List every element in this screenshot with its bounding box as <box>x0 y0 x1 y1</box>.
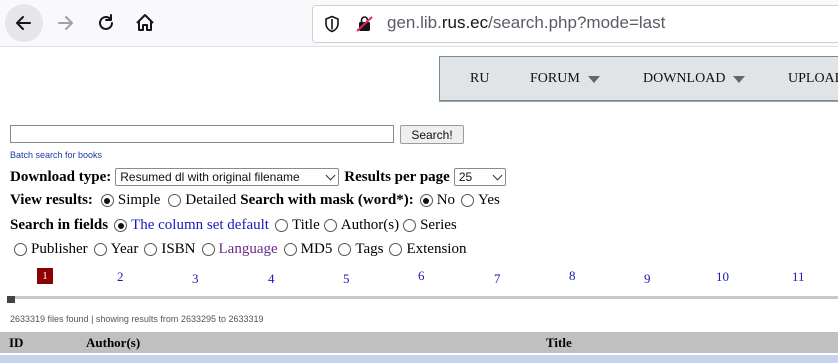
field-series-radio[interactable] <box>403 219 417 232</box>
field-language-label[interactable]: Language <box>219 241 278 258</box>
search-fields-row: Search in fields The column set default … <box>10 217 457 234</box>
page-link[interactable]: 10 <box>716 269 729 285</box>
home-icon <box>136 14 154 31</box>
menu-item-ru[interactable]: RU <box>470 71 489 87</box>
mask-yes-label: Yes <box>478 192 500 208</box>
batch-search-link[interactable]: Batch search for books <box>10 150 102 160</box>
column-id[interactable]: ID <box>9 335 23 351</box>
field-publisher-radio[interactable] <box>14 243 27 256</box>
page-link[interactable]: 4 <box>268 271 275 287</box>
field-publisher-label: Publisher <box>31 241 88 257</box>
page-link[interactable]: 2 <box>117 269 124 285</box>
view-detailed-label: Detailed <box>185 192 237 208</box>
column-authors[interactable]: Author(s) <box>86 335 140 351</box>
menu-item-forum[interactable]: FORUM <box>530 71 600 87</box>
home-button[interactable] <box>126 4 164 42</box>
insecure-lock-icon[interactable] <box>355 15 375 33</box>
results-table-header: ID Author(s) Title <box>0 332 838 353</box>
field-title-radio[interactable] <box>274 219 288 232</box>
results-per-page-label: Results per page <box>344 168 450 185</box>
page-link[interactable]: 3 <box>192 271 199 287</box>
field-year-radio[interactable] <box>93 243 107 256</box>
view-detailed-radio[interactable] <box>168 194 182 207</box>
download-type-row: Download type: Resumed dl with original … <box>10 168 506 186</box>
browser-toolbar: gen.lib.rus.ec/search.php?mode=last <box>0 0 838 47</box>
forward-button[interactable] <box>46 4 84 42</box>
view-simple-radio[interactable] <box>100 194 114 207</box>
shield-icon[interactable] <box>323 15 341 33</box>
page-link[interactable]: 9 <box>644 271 651 287</box>
page-link[interactable]: 11 <box>792 269 805 285</box>
field-title-label: Title <box>291 217 320 233</box>
arrow-right-icon <box>58 16 73 30</box>
field-default-label[interactable]: The column set default <box>131 217 269 234</box>
search-fields-label: Search in fields <box>10 217 109 233</box>
search-input[interactable] <box>10 125 394 143</box>
search-button[interactable]: Search! <box>400 125 464 144</box>
mask-yes-radio[interactable] <box>461 194 475 207</box>
arrow-left-icon <box>16 16 31 30</box>
field-extension-radio[interactable] <box>389 243 403 256</box>
search-fields-row-2: Publisher Year ISBN Language MD5 Tags Ex… <box>12 241 466 258</box>
menu-item-upload[interactable]: UPLOAD <box>788 71 838 87</box>
page-link[interactable]: 5 <box>343 271 350 287</box>
page-1-current: 1 <box>37 268 53 284</box>
url-text: gen.lib.rus.ec/search.php?mode=last <box>387 13 666 32</box>
field-md5-radio[interactable] <box>283 243 297 256</box>
field-year-label: Year <box>110 241 139 257</box>
chevron-down-icon <box>587 75 600 83</box>
field-md5-label: MD5 <box>300 241 333 257</box>
back-button[interactable] <box>5 4 43 42</box>
chevron-down-icon <box>733 75 746 83</box>
results-summary: 2633319 files found | showing results fr… <box>10 314 264 324</box>
field-series-label: Series <box>420 217 457 233</box>
view-results-row: View results: Simple Detailed Search wit… <box>10 192 500 209</box>
address-bar[interactable]: gen.lib.rus.ec/search.php?mode=last <box>312 5 838 43</box>
site-menu: RU FORUM DOWNLOAD UPLOAD <box>439 56 838 101</box>
view-simple-label: Simple <box>117 192 161 208</box>
field-isbn-radio[interactable] <box>144 243 158 256</box>
field-extension-label: Extension <box>406 241 467 257</box>
field-isbn-label: ISBN <box>161 241 196 257</box>
page-link[interactable]: 7 <box>494 271 501 287</box>
field-tags-label: Tags <box>355 241 384 257</box>
field-default-radio[interactable] <box>114 219 128 232</box>
page-link[interactable]: 8 <box>569 268 576 284</box>
chevron-down-icon <box>492 170 503 181</box>
chevron-down-icon <box>325 170 336 181</box>
pager-scroll-track[interactable] <box>10 296 838 299</box>
download-type-label: Download type: <box>10 168 112 185</box>
field-language-radio[interactable] <box>201 243 215 256</box>
search-mask-label: Search with mask (word*): <box>240 192 414 208</box>
mask-no-radio[interactable] <box>419 194 433 207</box>
view-results-label: View results: <box>10 192 93 208</box>
column-title[interactable]: Title <box>546 335 572 351</box>
field-author-radio[interactable] <box>323 219 337 232</box>
mask-no-label: No <box>436 192 456 208</box>
reload-icon <box>99 14 113 30</box>
download-type-select[interactable]: Resumed dl with original filename <box>115 168 340 186</box>
field-author-label: Author(s) <box>340 217 400 233</box>
reload-button[interactable] <box>87 4 125 42</box>
pagination: 1 2 3 4 5 6 7 8 9 10 11 <box>0 266 838 290</box>
pager-scroll-handle[interactable] <box>7 296 15 303</box>
field-tags-radio[interactable] <box>338 243 352 256</box>
results-per-page-select[interactable]: 25 <box>453 168 506 186</box>
page-link[interactable]: 6 <box>418 268 425 284</box>
menu-item-download[interactable]: DOWNLOAD <box>643 71 746 87</box>
table-row[interactable] <box>0 355 838 363</box>
